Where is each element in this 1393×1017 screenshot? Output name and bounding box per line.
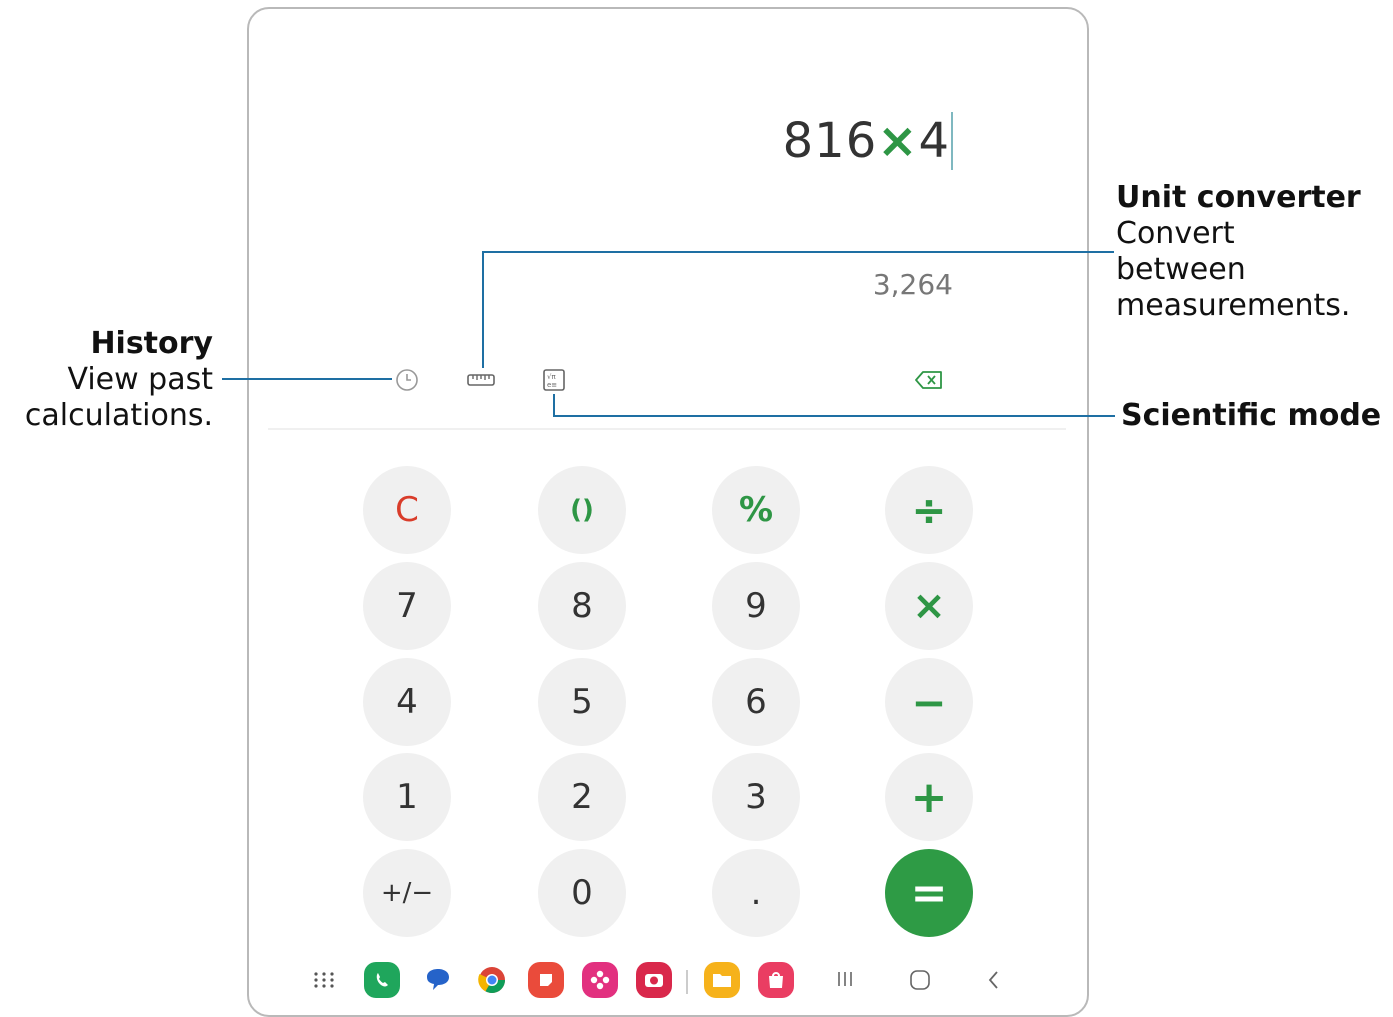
apps-grid-icon: [314, 972, 334, 988]
chrome-app-button[interactable]: [474, 962, 510, 998]
gallery-app-button[interactable]: [582, 962, 618, 998]
percent-key[interactable]: %: [712, 466, 800, 554]
digit-5-key[interactable]: 5: [538, 658, 626, 746]
backspace-button[interactable]: [915, 368, 943, 392]
recents-icon: [838, 972, 852, 986]
flower-icon: [590, 970, 610, 990]
scientific-callout-line-vertical: [553, 394, 555, 416]
history-button[interactable]: [394, 368, 420, 392]
clock-icon: [396, 369, 418, 391]
history-callout-line2: calculations.: [24, 398, 213, 433]
unit-converter-callout-line3: measurements.: [1116, 288, 1351, 323]
plus-key[interactable]: +: [885, 753, 973, 841]
home-button[interactable]: [908, 968, 932, 998]
digit-1-key[interactable]: 1: [363, 753, 451, 841]
unit-converter-callout-line2: between: [1116, 252, 1246, 287]
taskbar-separator: [686, 970, 688, 994]
folder-icon: [713, 974, 731, 987]
back-chevron-icon: [988, 971, 998, 989]
unit-converter-callout-line-vertical: [482, 251, 484, 368]
display-divider: [268, 428, 1066, 430]
clear-key[interactable]: C: [363, 466, 451, 554]
text-cursor: [951, 112, 953, 170]
ruler-icon: [467, 374, 495, 386]
back-button[interactable]: [984, 968, 1004, 998]
result-preview: 3,264: [872, 268, 953, 301]
minus-key[interactable]: −: [885, 658, 973, 746]
decimal-key[interactable]: .: [712, 849, 800, 937]
unit-converter-callout-line-horizontal: [482, 251, 1114, 253]
digit-8-key[interactable]: 8: [538, 562, 626, 650]
divide-key[interactable]: ÷: [885, 466, 973, 554]
history-callout-line1: View past: [67, 362, 213, 397]
unit-converter-callout-title: Unit converter: [1116, 180, 1361, 215]
home-icon: [910, 970, 930, 990]
parentheses-key[interactable]: (): [538, 466, 626, 554]
expression-field[interactable]: 816 × 4: [783, 112, 953, 170]
digit-9-key[interactable]: 9: [712, 562, 800, 650]
taskbar: [300, 962, 1020, 1006]
expression-operand-2: 4: [918, 113, 950, 169]
backspace-icon: [915, 371, 942, 389]
digit-0-key[interactable]: 0: [538, 849, 626, 937]
scientific-mode-button[interactable]: √π e≡: [541, 368, 567, 392]
recent-apps-button[interactable]: [834, 968, 856, 996]
digit-6-key[interactable]: 6: [712, 658, 800, 746]
notes-icon: [540, 974, 552, 986]
apps-grid-button[interactable]: [310, 962, 338, 998]
digit-2-key[interactable]: 2: [538, 753, 626, 841]
digit-7-key[interactable]: 7: [363, 562, 451, 650]
svg-text:e≡: e≡: [547, 381, 557, 389]
chrome-icon: [478, 967, 506, 994]
store-app-button[interactable]: [758, 962, 794, 998]
history-callout-line: [222, 378, 392, 380]
notes-app-button[interactable]: [528, 962, 564, 998]
unit-converter-callout-line1: Convert: [1116, 216, 1235, 251]
messages-icon: [427, 969, 449, 990]
scientific-callout-line-horizontal: [553, 415, 1115, 417]
camera-icon: [645, 974, 663, 987]
phone-icon: [376, 973, 388, 987]
expression-operand-1: 816: [782, 113, 878, 169]
files-app-button[interactable]: [704, 962, 740, 998]
calculator-display: 816 × 4 3,264: [247, 0, 1089, 430]
phone-app-button[interactable]: [364, 962, 400, 998]
scientific-mode-callout-title: Scientific mode: [1121, 398, 1382, 433]
scientific-icon: √π e≡: [543, 369, 565, 391]
history-callout-title: History: [90, 326, 213, 361]
equals-key[interactable]: =: [885, 849, 973, 937]
multiply-key[interactable]: ×: [885, 562, 973, 650]
digit-4-key[interactable]: 4: [363, 658, 451, 746]
digit-3-key[interactable]: 3: [712, 753, 800, 841]
shopping-bag-icon: [769, 972, 783, 988]
svg-text:√π: √π: [547, 373, 556, 381]
expression-operator: ×: [877, 113, 919, 169]
camera-app-button[interactable]: [636, 962, 672, 998]
unit-converter-button[interactable]: [467, 368, 495, 392]
plus-minus-key[interactable]: +/−: [363, 849, 451, 937]
messages-app-button[interactable]: [420, 962, 456, 998]
